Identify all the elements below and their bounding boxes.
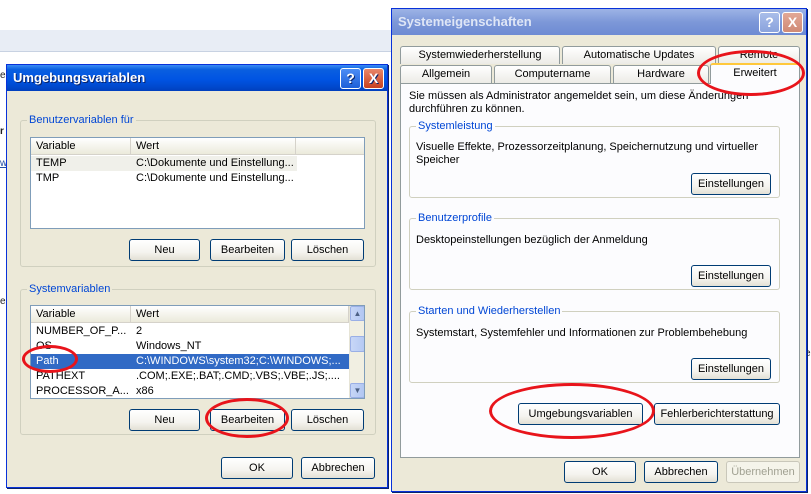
- user-profiles-label: Benutzerprofile: [416, 211, 494, 225]
- system-delete-button[interactable]: Löschen: [291, 409, 364, 431]
- column-header-value[interactable]: Wert: [131, 306, 349, 323]
- env-ok-button[interactable]: OK: [221, 457, 293, 479]
- background-toolbar: [0, 30, 400, 52]
- table-row[interactable]: PATHEXT .COM;.EXE;.BAT;.CMD;.VBS;.VBE;.J…: [31, 369, 349, 384]
- performance-label: Systemleistung: [416, 119, 495, 133]
- system-variables-label: Systemvariablen: [27, 282, 113, 296]
- variable-name: TEMP: [36, 157, 67, 169]
- table-row[interactable]: OS Windows_NT: [31, 339, 349, 354]
- close-icon[interactable]: X: [782, 12, 803, 33]
- user-profiles-group: Benutzerprofile Desktopeinstellungen bez…: [409, 211, 780, 290]
- column-header-variable[interactable]: Variable: [31, 138, 131, 155]
- startup-recovery-group: Starten und Wiederherstellen Systemstart…: [409, 304, 780, 383]
- tab-automatic-updates[interactable]: Automatische Updates: [562, 46, 716, 64]
- system-edit-button[interactable]: Bearbeiten: [210, 409, 285, 431]
- tab-general[interactable]: Allgemein: [400, 65, 492, 83]
- sys-cancel-button[interactable]: Abbrechen: [644, 461, 718, 483]
- scroll-thumb[interactable]: [350, 336, 364, 352]
- variable-name: TMP: [36, 172, 60, 184]
- scroll-up-icon[interactable]: ▲: [350, 306, 364, 321]
- tab-advanced[interactable]: Erweitert: [710, 63, 800, 84]
- table-row[interactable]: PROCESSOR_A... x86: [31, 384, 349, 398]
- env-cancel-button[interactable]: Abbrechen: [301, 457, 375, 479]
- error-reporting-button[interactable]: Fehlerberichterstattung: [654, 403, 780, 425]
- user-delete-button[interactable]: Löschen: [291, 239, 364, 261]
- user-new-button[interactable]: Neu: [129, 239, 200, 261]
- variable-value: C:\WINDOWS\system32;C:\WINDOWS;...: [136, 355, 341, 367]
- env-variables-dialog: Umgebungsvariablen ? X Benutzervariablen…: [6, 64, 388, 488]
- env-dialog-titlebar[interactable]: Umgebungsvariablen ? X: [7, 65, 387, 91]
- variable-name: PATHEXT: [36, 370, 86, 382]
- variable-value: 2: [136, 325, 143, 337]
- system-properties-dialog: Systemeigenschaften ? X Systemwiederhers…: [391, 8, 807, 492]
- variable-value: C:\Dokumente und Einstellung...: [136, 157, 294, 169]
- tab-remote[interactable]: Remote: [718, 46, 800, 64]
- table-row[interactable]: NUMBER_OF_P... 2: [31, 324, 349, 339]
- list-header: Variable Wert: [31, 306, 364, 323]
- user-variables-list[interactable]: Variable Wert TEMP C:\Dokumente und Eins…: [30, 137, 365, 229]
- profiles-settings-button[interactable]: Einstellungen: [691, 265, 771, 287]
- variable-name: PROCESSOR_A...: [36, 385, 129, 397]
- startup-recovery-description: Systemstart, Systemfehler und Informatio…: [416, 327, 748, 339]
- system-new-button[interactable]: Neu: [129, 409, 200, 431]
- scroll-down-icon[interactable]: ▼: [350, 383, 364, 398]
- user-profiles-description: Desktopeinstellungen bezüglich der Anmel…: [416, 234, 648, 246]
- help-icon[interactable]: ?: [340, 68, 361, 89]
- tab-system-restore[interactable]: Systemwiederherstellung: [400, 46, 560, 64]
- startup-settings-button[interactable]: Einstellungen: [691, 358, 771, 380]
- vertical-scrollbar[interactable]: ▲ ▼: [349, 306, 364, 398]
- startup-recovery-label: Starten und Wiederherstellen: [416, 304, 563, 318]
- sys-dialog-titlebar[interactable]: Systemeigenschaften ? X: [392, 9, 806, 35]
- background-text-fragment: r: [0, 126, 4, 137]
- tab-hardware[interactable]: Hardware: [613, 65, 709, 83]
- environment-variables-button[interactable]: Umgebungsvariablen: [518, 403, 643, 425]
- table-row[interactable]: TEMP C:\Dokumente und Einstellung...: [31, 156, 297, 171]
- performance-settings-button[interactable]: Einstellungen: [691, 173, 771, 195]
- user-variables-group: Benutzervariablen für Variable Wert TEMP…: [20, 113, 376, 267]
- performance-group: Systemleistung Visuelle Effekte, Prozess…: [409, 119, 780, 198]
- help-icon[interactable]: ?: [759, 12, 780, 33]
- admin-note: Sie müssen als Administrator angemeldet …: [409, 90, 749, 115]
- variable-name: OS: [36, 340, 52, 352]
- variable-value: Windows_NT: [136, 340, 202, 352]
- advanced-tab-panel: Sie müssen als Administrator angemeldet …: [400, 83, 800, 458]
- sys-apply-button[interactable]: Übernehmen: [726, 461, 800, 483]
- sys-ok-button[interactable]: OK: [564, 461, 636, 483]
- system-variables-group: Systemvariablen Variable Wert NUMBER_OF_…: [20, 282, 376, 435]
- variable-value: C:\Dokumente und Einstellung...: [136, 172, 294, 184]
- table-row[interactable]: TMP C:\Dokumente und Einstellung...: [31, 171, 297, 186]
- column-header-variable[interactable]: Variable: [31, 306, 131, 323]
- variable-name: NUMBER_OF_P...: [36, 325, 127, 337]
- variable-value: x86: [136, 385, 154, 397]
- variable-name: Path: [36, 355, 59, 367]
- column-header-value[interactable]: Wert: [131, 138, 296, 155]
- system-variables-list[interactable]: Variable Wert NUMBER_OF_P... 2 OS Window…: [30, 305, 365, 399]
- variable-value: .COM;.EXE;.BAT;.CMD;.VBS;.VBE;.JS;....: [136, 370, 340, 382]
- close-icon[interactable]: X: [363, 68, 384, 89]
- tab-computer-name[interactable]: Computername: [494, 65, 611, 83]
- table-row-selected[interactable]: Path C:\WINDOWS\system32;C:\WINDOWS;...: [31, 354, 349, 369]
- list-header: Variable Wert: [31, 138, 364, 155]
- env-dialog-title: Umgebungsvariablen: [13, 70, 146, 85]
- user-edit-button[interactable]: Bearbeiten: [210, 239, 285, 261]
- sys-dialog-title: Systemeigenschaften: [398, 14, 532, 29]
- performance-description: Visuelle Effekte, Prozessorzeitplanung, …: [416, 141, 759, 166]
- user-variables-label: Benutzervariablen für: [27, 113, 136, 127]
